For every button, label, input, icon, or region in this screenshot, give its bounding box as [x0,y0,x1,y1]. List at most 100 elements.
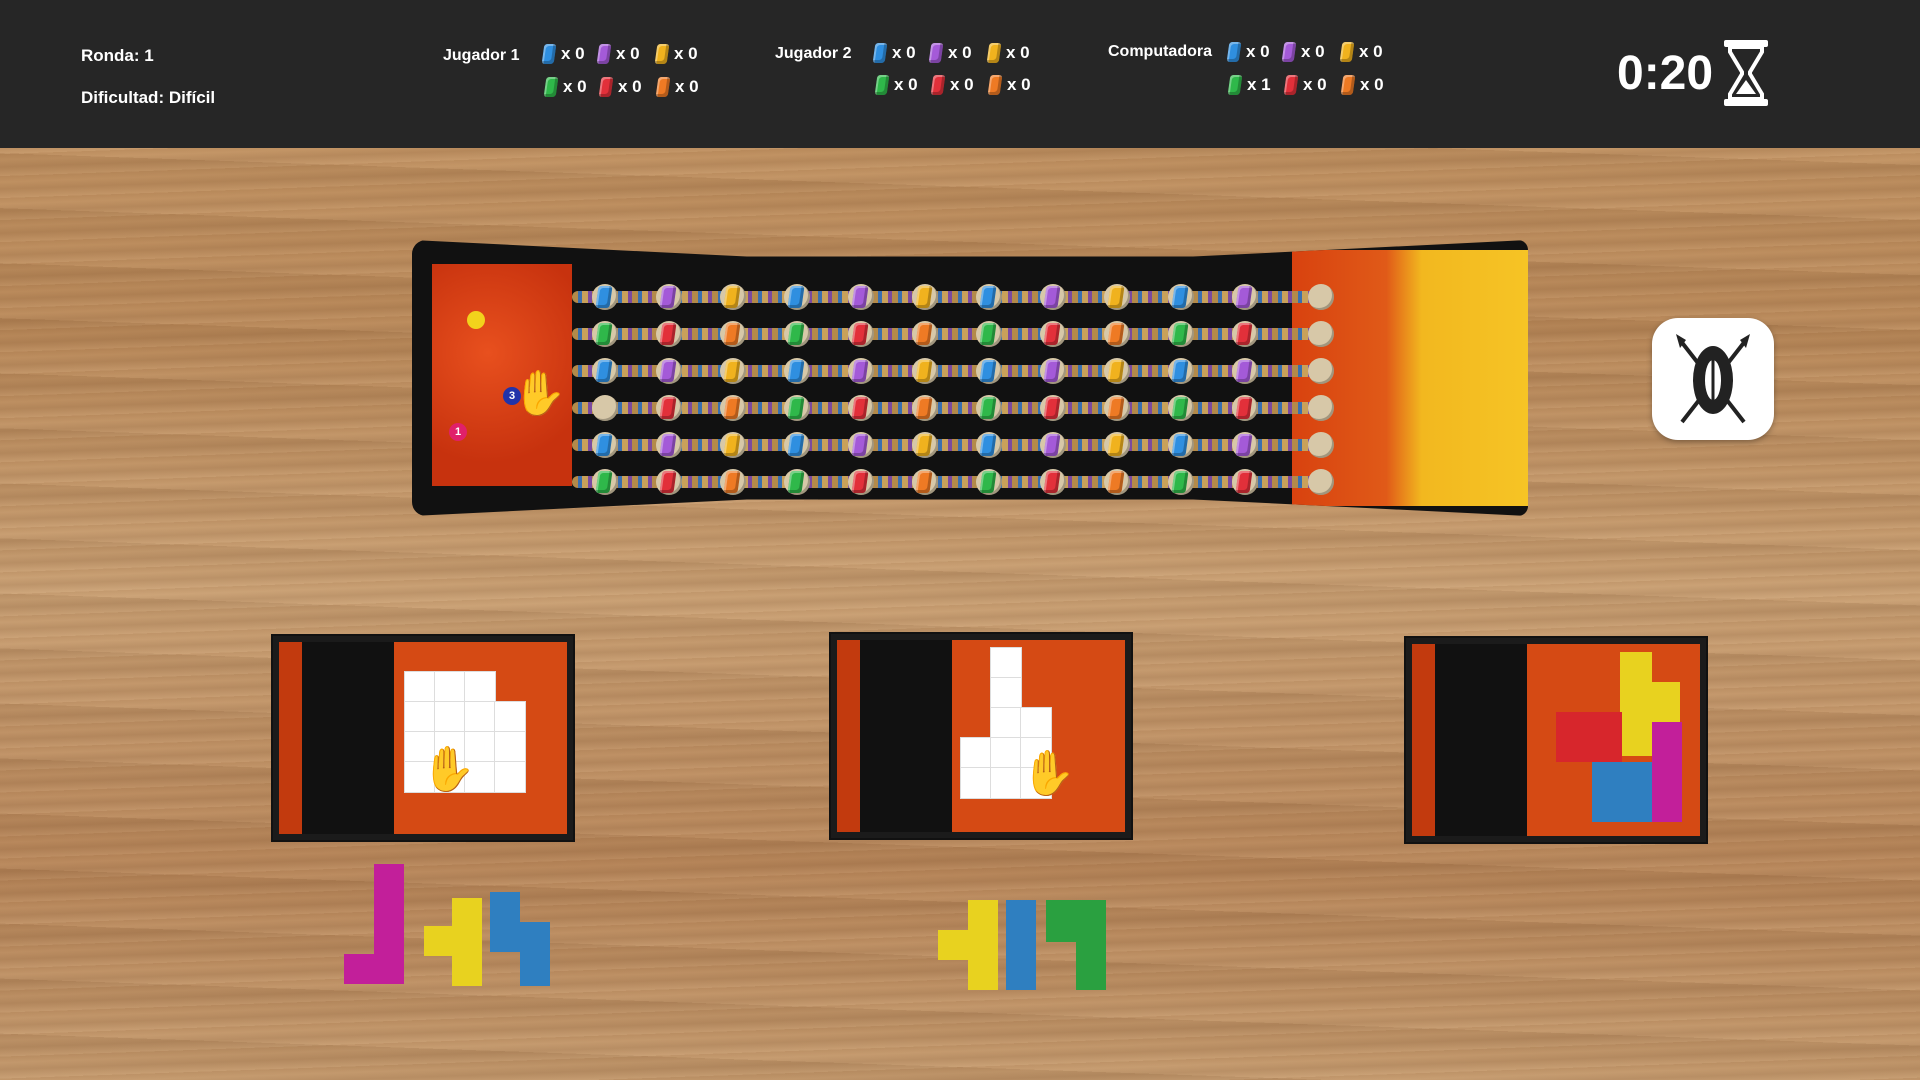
card-grid-cell[interactable] [1020,707,1052,739]
board-slot[interactable] [720,432,746,458]
card-grid-cell[interactable] [990,647,1022,679]
card-grid-cell[interactable] [960,767,992,799]
board-slot-end[interactable] [1308,284,1334,310]
board-slot[interactable] [784,321,810,347]
board-slot-end[interactable] [1308,321,1334,347]
board-slot[interactable] [848,395,874,421]
board-slot[interactable] [848,321,874,347]
board-slot[interactable] [720,469,746,495]
blue-piece[interactable] [490,892,550,986]
board-slot[interactable] [1104,469,1130,495]
card-grid-cell[interactable] [990,767,1022,799]
green-piece[interactable] [1046,900,1106,990]
card-grid-cell[interactable] [494,701,526,733]
board-slot[interactable] [1104,358,1130,384]
board-slot[interactable] [912,469,938,495]
board-slot[interactable] [912,284,938,310]
board-slot[interactable] [976,469,1002,495]
board-slot[interactable] [784,395,810,421]
yellow-piece[interactable] [424,898,482,986]
board-slot-end[interactable] [1308,395,1334,421]
board-slot[interactable] [1168,358,1194,384]
board-slot[interactable] [1040,358,1066,384]
board-slot[interactable] [592,469,618,495]
board-slot[interactable] [784,358,810,384]
board-slot[interactable] [1104,284,1130,310]
board-slot[interactable] [720,284,746,310]
board-slot[interactable] [976,432,1002,458]
board-slot[interactable] [720,321,746,347]
board-slot-end[interactable] [1308,358,1334,384]
board-slot[interactable] [1104,395,1130,421]
computer-card[interactable] [1404,636,1708,844]
pink-player-token[interactable]: 1 [449,423,467,441]
card-grid-cell[interactable] [464,671,496,703]
board-slot[interactable] [976,284,1002,310]
board-slot[interactable] [656,395,682,421]
board-slot[interactable] [592,432,618,458]
board-slot[interactable] [1232,321,1258,347]
card-grid-cell[interactable] [434,671,466,703]
board-slot[interactable] [1232,358,1258,384]
board-slot[interactable] [592,321,618,347]
board-slot[interactable] [1168,395,1194,421]
board-slot[interactable] [656,358,682,384]
yellow-player-token[interactable] [467,311,485,329]
board-slot[interactable] [1168,321,1194,347]
board-slot[interactable] [784,469,810,495]
magenta-piece[interactable] [344,864,404,984]
card-grid-cell[interactable] [494,731,526,763]
card-grid-cell[interactable] [434,701,466,733]
yellow-piece[interactable] [938,900,998,990]
board-slot[interactable] [848,432,874,458]
card-grid-cell[interactable] [990,737,1022,769]
board-slot[interactable] [656,432,682,458]
player2-card[interactable]: ✋ [829,632,1133,840]
card-grid-cell[interactable] [494,761,526,793]
board-slot[interactable] [912,321,938,347]
board-slot[interactable] [592,284,618,310]
card-grid-cell[interactable] [960,737,992,769]
board-slot[interactable] [1040,469,1066,495]
board-slot[interactable] [976,395,1002,421]
card-grid-cell[interactable] [990,707,1022,739]
board-slot[interactable] [1168,432,1194,458]
shield-spears-button[interactable] [1652,318,1774,440]
board-slot[interactable] [1232,284,1258,310]
board-slot[interactable] [720,358,746,384]
board-slot[interactable] [912,358,938,384]
board-slot[interactable] [1040,284,1066,310]
card-grid-cell[interactable] [404,701,436,733]
board-slot[interactable] [1040,321,1066,347]
board-slot-end[interactable] [1308,432,1334,458]
card-grid-cell[interactable] [464,701,496,733]
card-grid-cell[interactable] [990,677,1022,709]
board-slot-end[interactable] [1308,469,1334,495]
board-slot[interactable] [848,469,874,495]
player1-card[interactable]: ✋ [271,634,575,842]
board-slot[interactable] [784,284,810,310]
board-slot[interactable] [1104,321,1130,347]
board-slot[interactable] [1232,469,1258,495]
board-slot[interactable] [1168,469,1194,495]
board-slot[interactable] [1232,395,1258,421]
board-slot[interactable] [976,321,1002,347]
board-slot[interactable] [784,432,810,458]
board-slot[interactable] [720,395,746,421]
board-slot[interactable] [1168,284,1194,310]
board-slot[interactable] [912,395,938,421]
board-slot[interactable] [1040,432,1066,458]
board-slot[interactable] [1040,395,1066,421]
board-slot[interactable] [848,358,874,384]
board-slot[interactable] [656,469,682,495]
board-slot[interactable] [912,432,938,458]
card-grid-cell[interactable] [404,671,436,703]
board-slot[interactable] [1232,432,1258,458]
board-slot[interactable] [976,358,1002,384]
board-slot[interactable] [592,358,618,384]
board-slot[interactable] [592,395,618,421]
board-slot[interactable] [656,284,682,310]
board-slot[interactable] [1104,432,1130,458]
blue-piece[interactable] [1006,900,1036,990]
board-slot[interactable] [656,321,682,347]
